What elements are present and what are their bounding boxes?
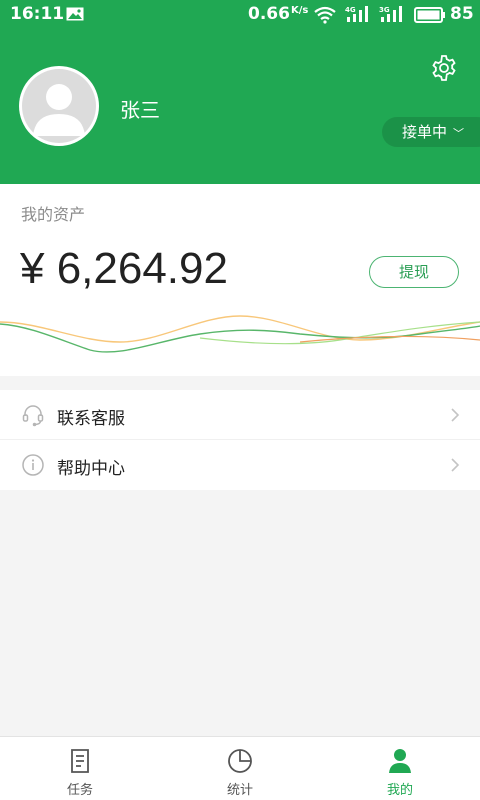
info-icon: [22, 454, 44, 476]
menu-item-label: 帮助中心: [57, 459, 125, 479]
battery-level: 85: [450, 4, 474, 24]
asset-label: 我的资产: [21, 205, 86, 224]
wifi-icon: [314, 6, 336, 24]
decorative-wave: [0, 315, 480, 353]
tab-label: 统计: [226, 783, 253, 798]
profile-header: 16:11 0.66 K/s 4G 3G 85 张三 接单中 ﹀: [0, 0, 480, 184]
tab-label: 任务: [66, 783, 93, 798]
user-name: 张三: [120, 98, 160, 122]
tab-task[interactable]: 任务: [0, 737, 160, 800]
asset-amount: ¥ 6,264.92: [20, 244, 228, 293]
asset-card: 我的资产 ¥ 6,264.92 提现: [0, 184, 480, 376]
signal-1-label: 4G: [345, 6, 356, 14]
signal-3g-icon: 3G: [379, 6, 402, 22]
order-status-dropdown[interactable]: 接单中 ﹀: [382, 117, 480, 147]
signal-4g-icon: 4G: [345, 6, 368, 22]
net-speed: 0.66: [248, 4, 290, 24]
tab-mine[interactable]: 我的: [320, 737, 480, 800]
status-bar: 16:11 0.66 K/s 4G 3G 85: [0, 0, 480, 30]
person-icon: [389, 749, 411, 773]
menu-item-customer-service[interactable]: 联系客服: [0, 390, 480, 440]
tab-statistics[interactable]: 统计: [160, 737, 320, 800]
headset-icon: [22, 405, 44, 427]
menu-item-help-center[interactable]: 帮助中心: [0, 440, 480, 490]
menu-item-label: 联系客服: [57, 409, 125, 429]
settings-gear-icon[interactable]: [430, 54, 458, 82]
menu-list: 联系客服 帮助中心: [0, 390, 480, 490]
chevron-down-icon: ﹀: [453, 127, 465, 140]
task-icon: [71, 749, 89, 773]
pie-chart-icon: [228, 749, 252, 773]
withdraw-button[interactable]: 提现: [369, 256, 459, 288]
chevron-right-icon: [451, 458, 460, 472]
chevron-right-icon: [451, 408, 460, 422]
order-status-label: 接单中: [402, 123, 448, 141]
status-time: 16:11: [10, 4, 65, 24]
bottom-tab-bar: 任务 统计 我的: [0, 736, 480, 800]
signal-2-label: 3G: [379, 6, 390, 14]
image-notification-icon: [66, 7, 84, 21]
default-avatar-icon: [22, 69, 96, 143]
tab-label: 我的: [386, 783, 413, 798]
net-speed-unit: K/s: [291, 5, 309, 16]
battery-icon: [414, 7, 445, 23]
avatar[interactable]: [19, 66, 99, 146]
